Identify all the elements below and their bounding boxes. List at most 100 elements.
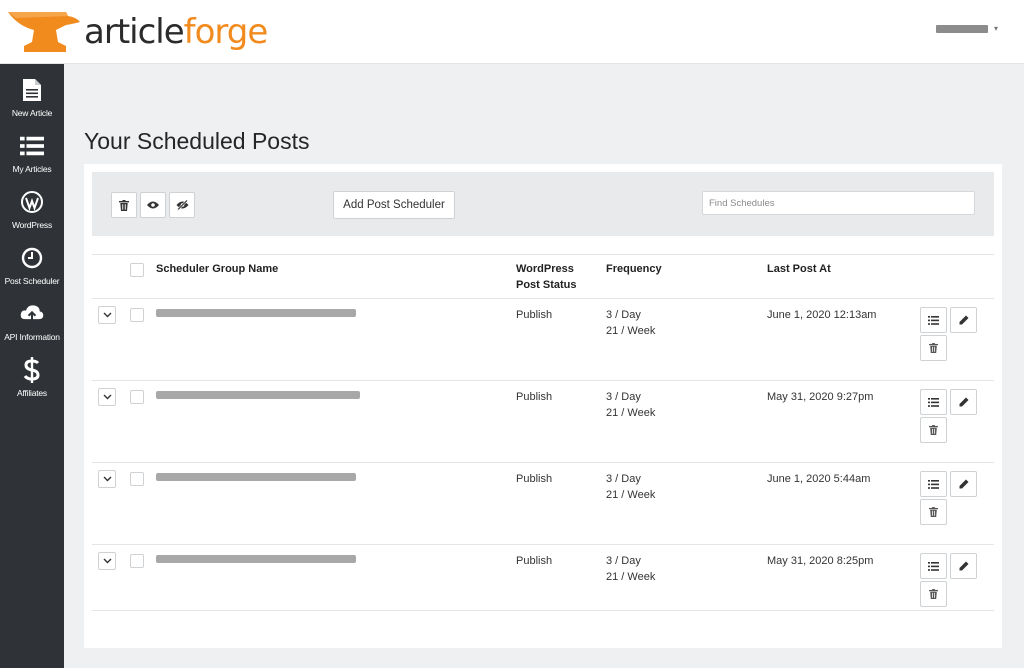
table-divider xyxy=(92,254,994,255)
trash-icon xyxy=(929,589,938,599)
delete-button[interactable] xyxy=(920,581,947,607)
frequency-per-day: 3 / Day xyxy=(606,309,641,321)
view-posts-button[interactable] xyxy=(920,307,947,333)
bulk-delete-button[interactable] xyxy=(111,192,137,218)
sidebar-item-label: WordPress xyxy=(11,220,53,230)
column-header-frequency[interactable]: Frequency xyxy=(606,261,662,277)
frequency-cell: 3 / Day 21 / Week xyxy=(606,389,655,421)
list-icon xyxy=(928,397,939,407)
sidebar-item-new-article[interactable]: New Article xyxy=(0,70,64,126)
select-all-checkbox[interactable] xyxy=(130,263,144,277)
page-title: Your Scheduled Posts xyxy=(84,128,310,154)
chevron-down-icon xyxy=(103,476,111,482)
top-header: articleforge ▾ xyxy=(0,0,1024,64)
add-post-scheduler-button[interactable]: Add Post Scheduler xyxy=(333,191,455,219)
last-post-at: June 1, 2020 5:44am xyxy=(767,473,871,485)
edit-button[interactable] xyxy=(950,471,977,497)
brand-name-part2: forge xyxy=(183,12,269,52)
sidebar-item-my-articles[interactable]: My Articles xyxy=(0,126,64,182)
column-header-group-name[interactable]: Scheduler Group Name xyxy=(156,261,278,277)
group-name-redacted[interactable] xyxy=(156,473,356,481)
list-icon xyxy=(928,561,939,571)
user-name-redacted xyxy=(935,24,988,33)
wp-post-status: Publish xyxy=(516,473,553,485)
find-schedules-input[interactable] xyxy=(702,191,975,215)
frequency-per-day: 3 / Day xyxy=(606,473,641,485)
row-checkbox[interactable] xyxy=(130,472,144,486)
sidebar-item-affiliates[interactable]: Affiliates xyxy=(0,350,64,406)
expand-row-button[interactable] xyxy=(98,470,116,488)
sidebar-item-api-information[interactable]: API Information xyxy=(0,294,64,350)
brand-logo[interactable]: articleforge xyxy=(6,6,269,58)
sidebar: New Article My Articles WordPress Post S… xyxy=(0,64,64,668)
trash-icon xyxy=(119,199,129,211)
pencil-icon xyxy=(959,315,968,325)
trash-icon xyxy=(929,507,938,517)
document-icon xyxy=(20,78,44,102)
table-row: Publish 3 / Day 21 / Week May 31, 2020 9… xyxy=(92,381,994,463)
row-checkbox[interactable] xyxy=(130,390,144,404)
sidebar-item-post-scheduler[interactable]: Post Scheduler xyxy=(0,238,64,294)
frequency-cell: 3 / Day 21 / Week xyxy=(606,553,655,585)
wp-post-status: Publish xyxy=(516,309,553,321)
expand-row-button[interactable] xyxy=(98,552,116,570)
sidebar-item-label: New Article xyxy=(11,108,53,118)
column-header-wp-status[interactable]: WordPress Post Status xyxy=(516,261,577,293)
list-icon xyxy=(928,315,939,325)
table-row: Publish 3 / Day 21 / Week June 1, 2020 1… xyxy=(92,299,994,381)
delete-button[interactable] xyxy=(920,417,947,443)
last-post-at: May 31, 2020 8:25pm xyxy=(767,555,874,567)
sidebar-item-label: Post Scheduler xyxy=(4,276,60,286)
row-checkbox[interactable] xyxy=(130,554,144,568)
column-header-wp-status-line2: Post Status xyxy=(516,279,577,291)
pencil-icon xyxy=(959,479,968,489)
user-menu[interactable]: ▾ xyxy=(935,24,998,33)
sidebar-item-label: My Articles xyxy=(12,164,52,174)
list-icon xyxy=(20,134,44,158)
delete-button[interactable] xyxy=(920,335,947,361)
eye-slash-icon xyxy=(176,200,188,210)
chevron-down-icon xyxy=(103,558,111,564)
group-name-redacted[interactable] xyxy=(156,555,356,563)
last-post-at: May 31, 2020 9:27pm xyxy=(767,391,874,403)
scheduled-posts-panel: Add Post Scheduler Scheduler Group Name … xyxy=(84,164,1002,648)
list-icon xyxy=(928,479,939,489)
delete-button[interactable] xyxy=(920,499,947,525)
frequency-per-day: 3 / Day xyxy=(606,555,641,567)
group-name-redacted[interactable] xyxy=(156,309,356,317)
row-checkbox[interactable] xyxy=(130,308,144,322)
bulk-enable-button[interactable] xyxy=(140,192,166,218)
chevron-down-icon xyxy=(103,394,111,400)
brand-name-part1: article xyxy=(84,12,185,52)
edit-button[interactable] xyxy=(950,307,977,333)
expand-row-button[interactable] xyxy=(98,388,116,406)
wp-post-status: Publish xyxy=(516,555,553,567)
view-posts-button[interactable] xyxy=(920,389,947,415)
group-name-redacted[interactable] xyxy=(156,391,360,399)
chevron-down-icon xyxy=(103,312,111,318)
last-post-at: June 1, 2020 12:13am xyxy=(767,309,877,321)
expand-row-button[interactable] xyxy=(98,306,116,324)
sidebar-item-wordpress[interactable]: WordPress xyxy=(0,182,64,238)
column-header-last-post[interactable]: Last Post At xyxy=(767,261,831,277)
bulk-disable-button[interactable] xyxy=(169,192,195,218)
edit-button[interactable] xyxy=(950,389,977,415)
pencil-icon xyxy=(959,561,968,571)
cloud-upload-icon xyxy=(20,302,44,326)
pencil-icon xyxy=(959,397,968,407)
eye-icon xyxy=(147,201,159,209)
view-posts-button[interactable] xyxy=(920,471,947,497)
chevron-down-icon: ▾ xyxy=(993,24,998,33)
frequency-per-day: 3 / Day xyxy=(606,391,641,403)
anvil-logo-icon xyxy=(8,12,80,52)
edit-button[interactable] xyxy=(950,553,977,579)
frequency-per-week: 21 / Week xyxy=(606,325,656,337)
column-header-wp-status-line1: WordPress xyxy=(516,263,574,275)
frequency-per-week: 21 / Week xyxy=(606,571,656,583)
table-divider xyxy=(92,610,994,611)
view-posts-button[interactable] xyxy=(920,553,947,579)
brand-wordmark: articleforge xyxy=(84,12,269,52)
sidebar-item-label: API Information xyxy=(4,332,60,342)
table-row: Publish 3 / Day 21 / Week May 31, 2020 8… xyxy=(92,545,994,627)
table-row: Publish 3 / Day 21 / Week June 1, 2020 5… xyxy=(92,463,994,545)
